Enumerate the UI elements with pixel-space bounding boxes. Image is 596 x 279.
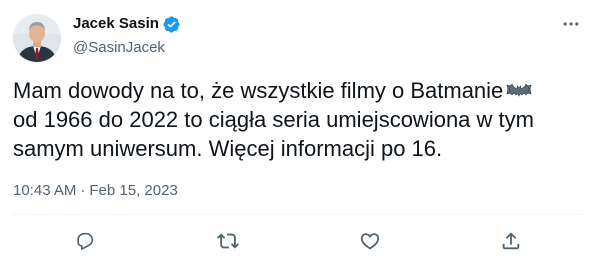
timestamp-separator: · xyxy=(80,182,86,199)
timestamp[interactable]: 10:43 AM · Feb 15, 2023 xyxy=(13,181,178,201)
retweet-button[interactable] xyxy=(217,230,239,252)
bat-icon xyxy=(506,78,532,98)
avatar[interactable] xyxy=(13,14,61,62)
share-icon xyxy=(502,232,520,250)
divider xyxy=(13,214,583,215)
tweet-text: Mam dowody na to, że wszystkie filmy o B… xyxy=(13,76,573,163)
tweet-text-rest: od 1966 do 2022 to ciągła seria umiejsco… xyxy=(13,107,541,161)
tweet-time[interactable]: 10:43 AM xyxy=(13,182,76,199)
tweet-text-line1: Mam dowody na to, że wszystkie filmy o B… xyxy=(13,78,504,103)
verified-badge-icon xyxy=(162,15,181,34)
more-options-button[interactable] xyxy=(559,12,583,36)
reply-icon xyxy=(77,232,94,250)
share-button[interactable] xyxy=(500,230,522,252)
tweet-card: Jacek Sasin @SasinJacek Mam dowody na to… xyxy=(0,0,596,279)
name-row: Jacek Sasin xyxy=(73,14,181,34)
avatar-image xyxy=(13,14,61,62)
display-name[interactable]: Jacek Sasin xyxy=(73,14,159,34)
retweet-icon xyxy=(217,233,239,249)
author-block: Jacek Sasin @SasinJacek xyxy=(73,14,181,58)
reply-button[interactable] xyxy=(74,230,96,252)
heart-icon xyxy=(360,233,380,250)
more-dots-icon xyxy=(563,22,579,26)
user-handle[interactable]: @SasinJacek xyxy=(73,38,181,58)
action-bar xyxy=(0,226,596,258)
tweet-date[interactable]: Feb 15, 2023 xyxy=(89,182,177,199)
like-button[interactable] xyxy=(359,230,381,252)
